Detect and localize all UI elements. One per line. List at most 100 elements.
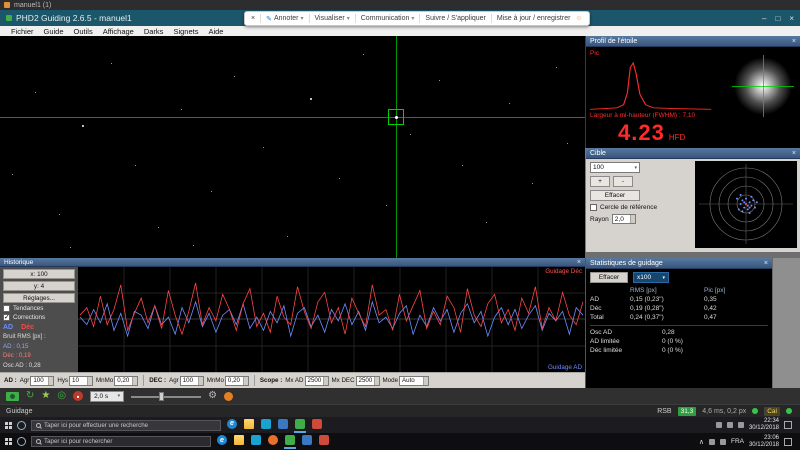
slider-thumb[interactable] (159, 392, 164, 401)
target-zoom-out-button[interactable]: - (613, 176, 633, 187)
taskbar-edge[interactable]: e (226, 418, 238, 433)
capture-communication-button[interactable]: Communication ▾ (361, 15, 415, 22)
trends-label: Tendances (13, 305, 43, 312)
phd2-app-icon (6, 15, 12, 21)
dec-minmove-spinner[interactable]: 0,20 (225, 376, 249, 386)
taskbar-photos[interactable] (277, 418, 289, 433)
menu-signets[interactable]: Signets (168, 27, 203, 36)
capture-save-button[interactable]: Mise à jour / enregistrer (497, 15, 571, 22)
target-plot (695, 161, 797, 248)
advanced-settings-icon[interactable]: ⚙ (208, 391, 217, 401)
ra-hysteresis-spinner[interactable]: 10 (69, 376, 93, 386)
menu-aide[interactable]: Aide (203, 27, 228, 36)
trends-checkbox[interactable] (3, 305, 10, 312)
taskbar-firefox[interactable] (267, 434, 279, 449)
capture-apply-button[interactable]: Suivre / S'appliquer (425, 15, 485, 22)
screen: manuel1 (1) PHD2 Guiding 2.6.5 - manuel1… (0, 0, 800, 450)
taskbar-clock[interactable]: 22:34 30/12/2018 (749, 418, 779, 432)
corrections-checkbox-row[interactable]: Corrections (3, 314, 75, 321)
start-guiding-icon[interactable]: ◎ (57, 391, 66, 401)
taskbar-capture-app[interactable] (311, 418, 323, 433)
stats-extra-rows: Osc AD 0,28 AD limitée 0 (0 %) Déc limit… (590, 329, 768, 354)
maximize-button[interactable]: □ (775, 14, 780, 23)
menu-guide[interactable]: Guide (39, 27, 69, 36)
start-button-icon[interactable] (5, 438, 12, 445)
taskbar-file-explorer[interactable] (243, 418, 255, 433)
target-zoom-in-button[interactable]: + (590, 176, 610, 187)
taskbar-other-app[interactable] (318, 434, 330, 449)
tray-battery-icon[interactable] (738, 422, 744, 428)
reference-circle-label: Cercle de référence (600, 204, 657, 211)
graph-xscale-button[interactable]: x: 100 (3, 269, 75, 279)
minimize-button[interactable]: – (762, 14, 766, 23)
action-center-icon[interactable] (784, 438, 792, 446)
star-field[interactable] (0, 36, 585, 258)
taskbar-edge[interactable]: e (216, 434, 228, 449)
reference-circle-checkbox[interactable] (590, 204, 597, 211)
stop-icon[interactable]: ■ (73, 391, 83, 401)
tray-chevron-up-icon[interactable]: ∧ (699, 438, 704, 446)
exposure-select[interactable]: 2,0 s ▾ (90, 391, 124, 402)
cortana-icon[interactable] (17, 437, 26, 446)
loop-exposures-icon[interactable]: ↻ (26, 391, 34, 401)
capture-annotate-button[interactable]: ✎ Annoter ▾ (266, 15, 303, 23)
capture-view-button[interactable]: Visualiser ▾ (315, 15, 350, 22)
tray-network-icon[interactable] (709, 439, 715, 445)
pane-close-icon[interactable]: × (764, 260, 768, 267)
max-ra-spinner[interactable]: 2500 (305, 376, 329, 386)
dec-mode-select[interactable]: Auto (399, 376, 429, 386)
menu-fichier[interactable]: Fichier (6, 27, 39, 36)
target-clear-button[interactable]: Effacer (590, 190, 640, 201)
cortana-icon[interactable] (17, 421, 26, 430)
ra-minmove-spinner[interactable]: 0,20 (114, 376, 138, 386)
status-mode-text: Guidage (6, 408, 32, 415)
corrections-checkbox[interactable] (3, 314, 10, 321)
menu-outils[interactable]: Outils (69, 27, 98, 36)
pane-close-icon[interactable]: × (792, 150, 796, 157)
max-dec-spinner[interactable]: 2500 (356, 376, 380, 386)
trends-checkbox-row[interactable]: Tendances (3, 305, 75, 312)
taskbar-phd2[interactable] (294, 418, 306, 433)
phd2-statusbar: Guidage RSB 31,3 4,6 ms, 0,2 px Cal (0, 404, 800, 417)
tray-volume-icon[interactable] (720, 439, 726, 445)
start-button-icon[interactable] (5, 422, 12, 429)
pane-close-icon[interactable]: × (792, 38, 796, 45)
graph-settings-button[interactable]: Réglages... (3, 293, 75, 303)
pane-close-icon[interactable]: × (577, 259, 581, 266)
stats-row-rms: 0,19 (0,28") (630, 305, 704, 312)
smiley-icon[interactable]: ☺ (575, 15, 582, 22)
camera-connect-icon[interactable] (6, 392, 19, 401)
tray-volume-icon[interactable] (727, 422, 733, 428)
auto-select-star-icon[interactable]: ★ (41, 391, 50, 401)
divider (143, 375, 144, 386)
action-center-icon[interactable] (784, 421, 792, 429)
photos-icon (278, 419, 288, 429)
graph-yscale-button[interactable]: y: 4 (3, 281, 75, 291)
taskbar-mail[interactable] (301, 434, 313, 449)
taskbar-store[interactable] (250, 434, 262, 449)
taskbar-file-explorer[interactable] (233, 434, 245, 449)
menu-affichage[interactable]: Affichage (98, 27, 139, 36)
history-graph-pane: Historique × x: 100 y: 4 Réglages... Ten… (0, 258, 585, 388)
screen-stretch-slider[interactable] (131, 392, 201, 401)
tray-network-icon[interactable] (716, 422, 722, 428)
star-closeup-image (732, 55, 794, 117)
camera-setup-icon[interactable] (224, 392, 233, 401)
target-zoom-select[interactable]: 100 ▾ (590, 162, 640, 173)
radius-spinner[interactable]: 2,0 (612, 214, 636, 224)
taskbar-search-input[interactable]: Taper ici pour rechercher (31, 436, 211, 447)
capture-close-icon[interactable]: × (251, 15, 255, 22)
taskbar-phd2[interactable] (284, 434, 296, 449)
stats-titlebar: Statistiques de guidage × (586, 258, 772, 269)
ra-aggression-spinner[interactable]: 100 (30, 376, 54, 386)
taskbar-store[interactable] (260, 418, 272, 433)
taskbar-clock[interactable]: 23:06 30/12/2018 (749, 435, 779, 449)
dec-aggression-spinner[interactable]: 100 (180, 376, 204, 386)
close-button[interactable]: × (789, 14, 794, 23)
taskbar-search-input[interactable]: Taper ici pour effectuer une recherche (31, 420, 221, 431)
stats-scale-select[interactable]: x100 ▾ (633, 272, 669, 283)
stats-clear-button[interactable]: Effacer (590, 272, 628, 283)
dock-strip (772, 258, 800, 388)
menu-darks[interactable]: Darks (139, 27, 169, 36)
language-indicator[interactable]: FRA (731, 438, 744, 445)
